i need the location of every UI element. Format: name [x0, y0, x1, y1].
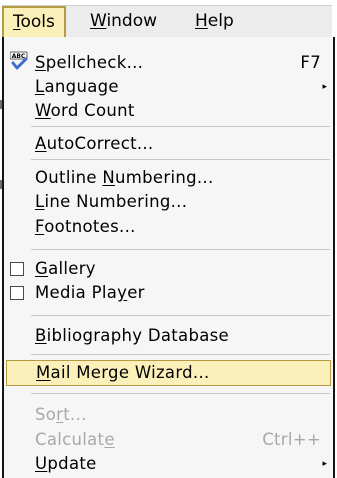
menu-separator	[31, 315, 330, 316]
menu-separator	[31, 159, 330, 160]
menubar-help-mnemonic: H	[195, 11, 208, 31]
menu-bar: Tools Window Help	[2, 5, 332, 39]
mail-merge-label: ail Merge Wizard...	[50, 363, 210, 382]
word-count-label: ord Count	[50, 101, 135, 120]
submenu-arrow-icon: ▸	[322, 459, 327, 469]
tools-menu: ABC Spellcheck... F7 Language ▸ Word Cou…	[2, 37, 335, 478]
submenu-arrow-icon: ▸	[322, 82, 327, 92]
line-numbering-label: ine Numbering...	[44, 192, 188, 211]
sort-label: t...	[63, 405, 87, 424]
menu-item-language[interactable]: Language ▸	[4, 75, 333, 99]
menu-item-bibliography-database[interactable]: Bibliography Database	[4, 324, 333, 348]
gallery-checkbox[interactable]	[10, 262, 24, 276]
language-mnemonic: L	[35, 77, 45, 96]
menubar-help-label: elp	[207, 11, 234, 31]
menu-separator	[31, 354, 330, 355]
menubar-help[interactable]: Help	[186, 6, 243, 37]
menu-item-outline-numbering[interactable]: Outline Numbering...	[4, 166, 333, 190]
menu-separator	[31, 249, 330, 250]
autocorrect-mnemonic: A	[35, 134, 47, 153]
calculate-shortcut: Ctrl++	[262, 430, 321, 449]
gallery-mnemonic: G	[35, 259, 49, 278]
update-mnemonic: U	[35, 454, 48, 473]
bibliography-mnemonic: B	[35, 326, 47, 345]
screenshot-stage: Tools Window Help ABC Spellcheck... F7 L…	[0, 0, 337, 478]
spellcheck-icon: ABC	[10, 51, 28, 70]
menu-item-mail-merge-wizard[interactable]: Mail Merge Wizard...	[6, 360, 331, 386]
outline-numbering-prefix: Outline	[35, 168, 103, 187]
media-player-prefix: Media Pla	[35, 283, 118, 302]
menubar-window[interactable]: Window	[81, 6, 166, 37]
menu-item-line-numbering[interactable]: Line Numbering...	[4, 190, 333, 214]
menu-item-media-player[interactable]: Media Player	[4, 281, 333, 305]
menu-item-word-count[interactable]: Word Count	[4, 99, 333, 123]
language-label: anguage	[44, 77, 119, 96]
outline-numbering-mnemonic: N	[102, 168, 115, 187]
footnotes-mnemonic: F	[35, 217, 45, 236]
calculate-mnemonic: e	[104, 430, 115, 449]
menu-item-spellcheck[interactable]: ABC Spellcheck... F7	[4, 51, 333, 75]
sort-prefix: So	[35, 405, 57, 424]
spellcheck-shortcut: F7	[300, 53, 321, 72]
menubar-tools-label: ools	[20, 12, 55, 32]
menu-separator	[31, 126, 330, 127]
menu-item-sort[interactable]: Sort...	[4, 403, 333, 427]
calculate-prefix: Calculat	[35, 430, 105, 449]
autocorrect-label: utoCorrect...	[46, 134, 154, 153]
word-count-mnemonic: W	[35, 101, 51, 120]
gallery-label: allery	[48, 259, 96, 278]
mail-merge-mnemonic: M	[36, 363, 51, 382]
spellcheck-mnemonic: S	[35, 53, 46, 72]
media-player-checkbox[interactable]	[10, 286, 24, 300]
menu-item-autocorrect[interactable]: AutoCorrect...	[4, 132, 333, 156]
menubar-window-label: indow	[106, 11, 158, 31]
footnotes-label: ootnotes...	[44, 217, 136, 236]
line-numbering-mnemonic: L	[35, 192, 45, 211]
outline-numbering-label: umbering...	[115, 168, 214, 187]
menu-item-gallery[interactable]: Gallery	[4, 257, 333, 281]
menu-item-update[interactable]: Update ▸	[4, 452, 333, 476]
menu-item-footnotes[interactable]: Footnotes...	[4, 215, 333, 239]
menubar-tools-mnemonic: T	[13, 12, 21, 32]
spellcheck-label: pellcheck...	[45, 53, 144, 72]
media-player-label: er	[127, 283, 145, 302]
svg-text:ABC: ABC	[12, 53, 26, 60]
update-label: pdate	[47, 454, 97, 473]
menu-item-calculate[interactable]: Calculate Ctrl++	[4, 428, 333, 452]
menu-separator	[31, 393, 330, 394]
menubar-tools[interactable]: Tools	[2, 6, 66, 39]
media-player-mnemonic: y	[117, 283, 128, 302]
bibliography-label: ibliography Database	[46, 326, 229, 345]
menubar-window-mnemonic: W	[90, 11, 107, 31]
